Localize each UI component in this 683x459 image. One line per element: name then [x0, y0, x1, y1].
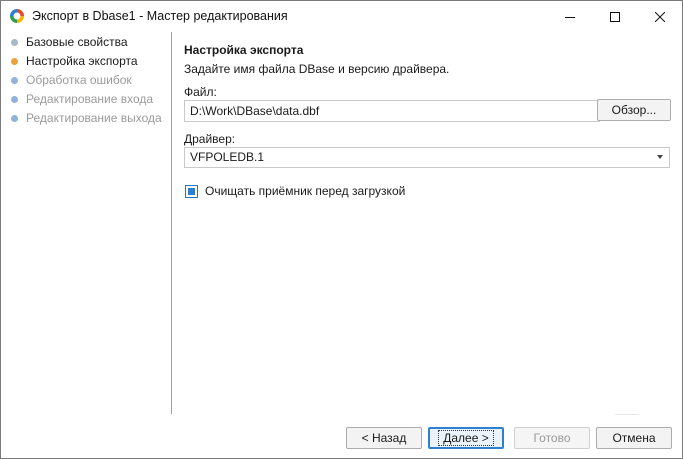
step-label: Обработка ошибок: [26, 73, 132, 87]
step-dot-icon: [11, 57, 18, 65]
back-button[interactable]: < Назад: [346, 427, 422, 449]
minimize-icon: [564, 16, 575, 18]
title-bar: Экспорт в Dbase1 - Мастер редактирования: [1, 1, 682, 32]
step-basic-properties[interactable]: Базовые свойства: [11, 33, 128, 51]
file-path-input[interactable]: D:\Work\DBase\data.dbf: [184, 100, 600, 122]
section-description: Задайте имя файла DBase и версию драйвер…: [184, 62, 450, 76]
driver-label: Драйвер:: [184, 132, 236, 146]
wizard-footer: < Назад Далее > Готово Отмена: [172, 414, 682, 458]
driver-select-value: VFPOLEDB.1: [190, 150, 265, 164]
step-label: Настройка экспорта: [26, 54, 138, 68]
step-dot-icon: [11, 38, 18, 46]
wizard-window: Экспорт в Dbase1 - Мастер редактирования…: [0, 0, 683, 459]
step-export-settings[interactable]: Настройка экспорта: [11, 52, 138, 70]
next-button[interactable]: Далее >: [428, 427, 504, 449]
cancel-button[interactable]: Отмена: [596, 427, 672, 449]
steps-panel: Базовые свойства Настройка экспорта Обра…: [1, 32, 172, 414]
clear-target-label: Очищать приёмник перед загрузкой: [205, 184, 406, 198]
step-label: Редактирование выхода: [26, 111, 162, 125]
section-title: Настройка экспорта: [184, 43, 304, 57]
step-label: Базовые свойства: [26, 35, 128, 49]
close-icon: [654, 11, 665, 22]
minimize-button[interactable]: [547, 1, 592, 32]
clear-target-checkbox[interactable]: [185, 184, 198, 198]
step-label: Редактирование входа: [26, 92, 154, 106]
step-edit-output[interactable]: Редактирование выхода: [11, 109, 162, 127]
maximize-button[interactable]: [592, 1, 637, 32]
footer-divider: [615, 414, 639, 415]
file-label: Файл:: [184, 85, 217, 99]
maximize-icon: [609, 11, 620, 22]
close-button[interactable]: [637, 1, 682, 32]
window-title: Экспорт в Dbase1 - Мастер редактирования: [32, 9, 288, 23]
step-dot-icon: [11, 114, 18, 122]
step-edit-input[interactable]: Редактирование входа: [11, 90, 153, 108]
clear-target-option[interactable]: Очищать приёмник перед загрузкой: [185, 184, 405, 198]
step-error-handling[interactable]: Обработка ошибок: [11, 71, 132, 89]
chevron-down-icon: [657, 155, 663, 159]
browse-button[interactable]: Обзор...: [597, 99, 671, 121]
step-dot-icon: [11, 95, 18, 103]
app-logo-icon: [9, 8, 25, 24]
driver-select[interactable]: VFPOLEDB.1: [184, 147, 670, 168]
next-button-label: Далее >: [438, 430, 494, 446]
step-dot-icon: [11, 76, 18, 84]
finish-button[interactable]: Готово: [514, 427, 590, 449]
